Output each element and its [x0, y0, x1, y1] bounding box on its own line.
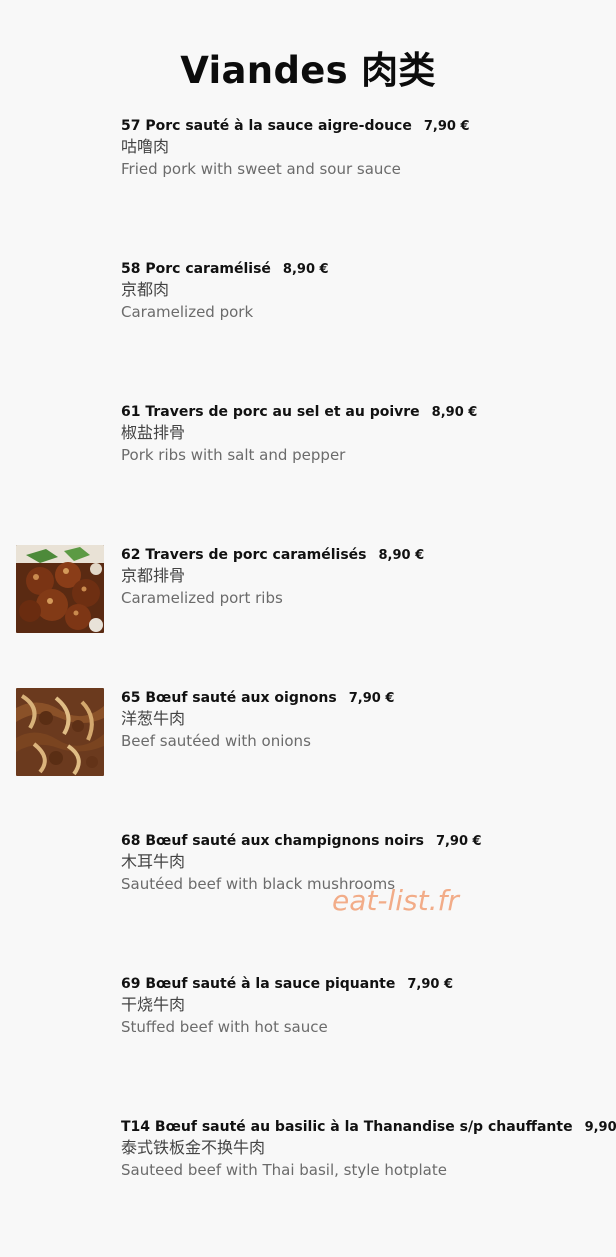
item-chinese-name: 干烧牛肉: [121, 995, 186, 1014]
item-price: 7,90 €: [348, 691, 395, 706]
item-name: 68 Bœuf sauté aux champignons noirs: [121, 833, 424, 849]
item-name: 61 Travers de porc au sel et au poivre: [121, 404, 420, 420]
item-price: 7,90 €: [407, 977, 454, 992]
item-chinese-name: 椒盐排骨: [121, 423, 186, 442]
watermark: eat-list.fr: [332, 884, 459, 917]
dish-photo[interactable]: [16, 545, 104, 633]
item-price: 8,90 €: [431, 405, 478, 420]
item-english-name: Fried pork with sweet and sour sauce: [121, 160, 401, 178]
item-english-name: Caramelized pork: [121, 303, 254, 321]
item-name: 62 Travers de porc caramélisés: [121, 547, 367, 563]
menu-item[interactable]: 62 Travers de porc caramélisés 8,90 € 京都排…: [0, 545, 616, 685]
menu-item[interactable]: 65 Bœuf sauté aux oignons 7,90 € 洋葱牛肉 Bee…: [0, 688, 616, 828]
item-english-name: Pork ribs with salt and pepper: [121, 446, 346, 464]
item-price: 8,90 €: [378, 548, 425, 563]
item-chinese-name: 木耳牛肉: [121, 852, 186, 871]
menu-item[interactable]: 58 Porc caramélisé 8,90 € 京都肉 Caramelized…: [0, 259, 616, 399]
menu-item[interactable]: T14 Bœuf sauté au basilic à la Thanandis…: [0, 1117, 616, 1257]
item-name: 69 Bœuf sauté à la sauce piquante: [121, 976, 396, 992]
menu-item[interactable]: 61 Travers de porc au sel et au poivre 8,…: [0, 402, 616, 542]
item-chinese-name: 洋葱牛肉: [121, 709, 186, 728]
item-chinese-name: 京都肉: [121, 280, 170, 299]
item-english-name: Stuffed beef with hot sauce: [121, 1018, 328, 1036]
item-chinese-name: 京都排骨: [121, 566, 186, 585]
item-price: 7,90 €: [435, 834, 482, 849]
item-english-name: Caramelized port ribs: [121, 589, 283, 607]
item-name: 57 Porc sauté à la sauce aigre-douce: [121, 118, 412, 134]
item-english-name: Sauteed beef with Thai basil, style hotp…: [121, 1161, 447, 1179]
item-price: 8,90 €: [282, 262, 329, 277]
menu-item[interactable]: 68 Bœuf sauté aux champignons noirs 7,90 …: [0, 831, 616, 971]
item-english-name: Beef sautéed with onions: [121, 732, 311, 750]
item-price: 9,90 €: [584, 1120, 616, 1135]
item-name: 58 Porc caramélisé: [121, 261, 271, 277]
menu-item[interactable]: 69 Bœuf sauté à la sauce piquante 7,90 € …: [0, 974, 616, 1114]
item-name: T14 Bœuf sauté au basilic à la Thanandis…: [121, 1119, 573, 1135]
dish-photo[interactable]: [16, 688, 104, 776]
item-chinese-name: 泰式铁板金不换牛肉: [121, 1138, 266, 1157]
item-chinese-name: 咕噜肉: [121, 137, 170, 156]
menu-item[interactable]: 57 Porc sauté à la sauce aigre-douce 7,90…: [0, 116, 616, 256]
item-price: 7,90 €: [423, 119, 470, 134]
page-title: Viandes 肉类: [180, 49, 436, 92]
item-name: 65 Bœuf sauté aux oignons: [121, 690, 337, 706]
